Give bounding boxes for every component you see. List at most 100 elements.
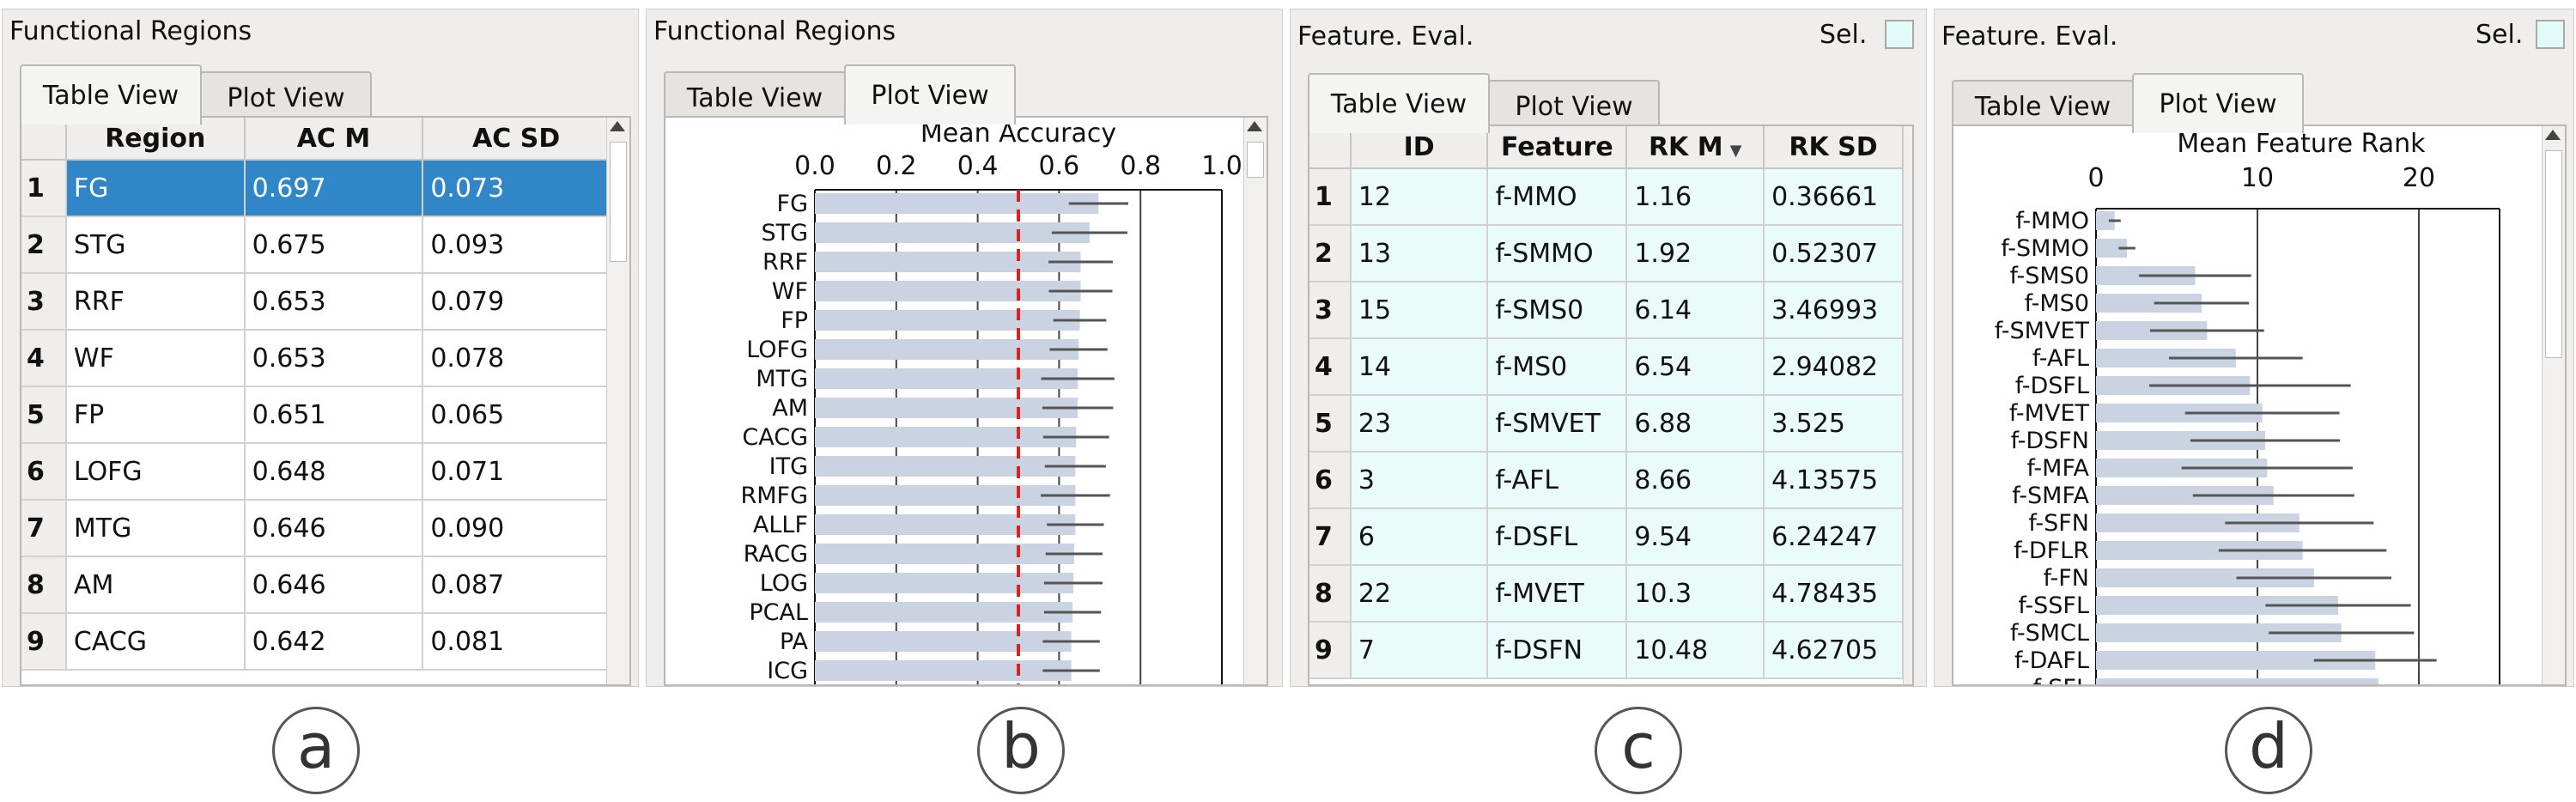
feature-cell[interactable]: f-DSFL (1487, 508, 1628, 566)
scroll-up-icon[interactable] (1247, 121, 1262, 131)
ac-mean-cell[interactable]: 0.697 (244, 160, 424, 217)
ac-mean-cell[interactable]: 0.653 (244, 330, 424, 387)
rk-mean-cell[interactable]: 10.3 (1626, 565, 1765, 623)
tab-plot-view[interactable]: Plot View (844, 64, 1016, 125)
id-cell[interactable]: 3 (1350, 452, 1489, 509)
table-row[interactable]: 6 3 f-AFL 8.66 4.13575 (1309, 452, 1904, 509)
table-row[interactable]: 1 FG 0.697 0.073 (21, 160, 611, 217)
ac-mean-cell[interactable]: 0.651 (244, 386, 424, 444)
rk-mean-cell[interactable]: 1.92 (1626, 225, 1765, 283)
table-row[interactable]: 1 12 f-MMO 1.16 0.36661 (1309, 168, 1904, 226)
region-cell[interactable]: MTG (65, 500, 246, 557)
rk-mean-cell[interactable]: 6.54 (1626, 338, 1765, 396)
rk-mean-cell[interactable]: 8.66 (1626, 452, 1765, 509)
rk-mean-cell[interactable]: 6.88 (1626, 395, 1765, 453)
tab-table-view[interactable]: Table View (1952, 80, 2134, 131)
region-cell[interactable]: FP (65, 386, 246, 444)
rk-sd-cell[interactable]: 0.36661 (1764, 168, 1904, 226)
scroll-up-icon[interactable] (2545, 130, 2561, 140)
tab-plot-view[interactable]: Plot View (200, 71, 372, 123)
sel-checkbox[interactable] (2536, 20, 2565, 49)
scrollbar-thumb[interactable] (2545, 150, 2562, 358)
ac-mean-cell[interactable]: 0.653 (244, 273, 424, 331)
tab-plot-view[interactable]: Plot View (2132, 73, 2304, 133)
rk-sd-cell[interactable]: 3.46993 (1764, 282, 1904, 339)
id-cell[interactable]: 15 (1350, 282, 1489, 339)
ac-sd-cell[interactable]: 0.071 (422, 443, 611, 501)
id-cell[interactable]: 12 (1350, 168, 1489, 226)
rk-mean-cell[interactable]: 6.14 (1626, 282, 1765, 339)
table-row[interactable]: 5 FP 0.651 0.065 (21, 386, 611, 444)
table-row[interactable]: 6 LOFG 0.648 0.071 (21, 443, 611, 501)
table-scrollbar[interactable] (1903, 126, 1912, 684)
table-row[interactable]: 8 AM 0.646 0.087 (21, 556, 611, 614)
sort-descending-icon[interactable]: ▼ (1730, 142, 1742, 160)
feature-cell[interactable]: f-DSFN (1487, 622, 1628, 679)
column-header-ac-mean[interactable]: AC M (244, 118, 424, 161)
region-cell[interactable]: CACG (65, 613, 246, 671)
region-cell[interactable]: WF (65, 330, 246, 387)
ac-mean-cell[interactable]: 0.646 (244, 556, 424, 614)
sel-checkbox[interactable] (1885, 20, 1914, 49)
id-cell[interactable]: 7 (1350, 622, 1489, 679)
region-cell[interactable]: STG (65, 216, 246, 274)
ac-sd-cell[interactable]: 0.093 (422, 216, 611, 274)
ac-sd-cell[interactable]: 0.081 (422, 613, 611, 671)
rk-sd-cell[interactable]: 3.525 (1764, 395, 1904, 453)
plot-scrollbar[interactable] (2542, 126, 2565, 684)
rk-sd-cell[interactable]: 4.13575 (1764, 452, 1904, 509)
ac-sd-cell[interactable]: 0.090 (422, 500, 611, 557)
rk-sd-cell[interactable]: 0.52307 (1764, 225, 1904, 283)
ac-sd-cell[interactable]: 0.073 (422, 160, 611, 217)
ac-mean-cell[interactable]: 0.675 (244, 216, 424, 274)
table-row[interactable]: 9 CACG 0.642 0.081 (21, 613, 611, 671)
table-scrollbar[interactable] (606, 118, 629, 684)
feature-cell[interactable]: f-AFL (1487, 452, 1628, 509)
column-header-feature[interactable]: Feature (1487, 126, 1628, 169)
table-row[interactable]: 8 22 f-MVET 10.3 4.78435 (1309, 565, 1904, 623)
tab-table-view[interactable]: Table View (1308, 73, 1490, 133)
plot-scrollbar[interactable] (1243, 118, 1267, 684)
region-cell[interactable]: FG (65, 160, 246, 217)
feature-cell[interactable]: f-SMS0 (1487, 282, 1628, 339)
table-row[interactable]: 4 WF 0.653 0.078 (21, 330, 611, 387)
id-cell[interactable]: 14 (1350, 338, 1489, 396)
table-row[interactable]: 9 7 f-DSFN 10.48 4.62705 (1309, 622, 1904, 679)
table-row[interactable]: 4 14 f-MS0 6.54 2.94082 (1309, 338, 1904, 396)
feature-cell[interactable]: f-SMMO (1487, 225, 1628, 283)
scrollbar-thumb[interactable] (1247, 142, 1264, 178)
rk-mean-cell[interactable]: 10.48 (1626, 622, 1765, 679)
table-row[interactable]: 3 15 f-SMS0 6.14 3.46993 (1309, 282, 1904, 339)
tab-table-view[interactable]: Table View (664, 71, 846, 123)
ac-sd-cell[interactable]: 0.078 (422, 330, 611, 387)
region-cell[interactable]: LOFG (65, 443, 246, 501)
ac-mean-cell[interactable]: 0.648 (244, 443, 424, 501)
region-cell[interactable]: RRF (65, 273, 246, 331)
ac-mean-cell[interactable]: 0.642 (244, 613, 424, 671)
id-cell[interactable]: 23 (1350, 395, 1489, 453)
column-header-ac-sd[interactable]: AC SD (422, 118, 611, 161)
rk-sd-cell[interactable]: 4.62705 (1764, 622, 1904, 679)
column-header-rk-mean[interactable]: RK M ▼ (1626, 126, 1765, 169)
feature-cell[interactable]: f-MMO (1487, 168, 1628, 226)
feature-cell[interactable]: f-SMVET (1487, 395, 1628, 453)
table-row[interactable]: 7 MTG 0.646 0.090 (21, 500, 611, 557)
tab-table-view[interactable]: Table View (20, 64, 202, 125)
table-row[interactable]: 5 23 f-SMVET 6.88 3.525 (1309, 395, 1904, 453)
table-row[interactable]: 3 RRF 0.653 0.079 (21, 273, 611, 331)
column-header-rk-sd[interactable]: RK SD (1764, 126, 1904, 169)
rk-sd-cell[interactable]: 6.24247 (1764, 508, 1904, 566)
table-row[interactable]: 2 13 f-SMMO 1.92 0.52307 (1309, 225, 1904, 283)
rk-mean-cell[interactable]: 1.16 (1626, 168, 1765, 226)
id-cell[interactable]: 13 (1350, 225, 1489, 283)
id-cell[interactable]: 22 (1350, 565, 1489, 623)
feature-cell[interactable]: f-MVET (1487, 565, 1628, 623)
id-cell[interactable]: 6 (1350, 508, 1489, 566)
table-row[interactable]: 2 STG 0.675 0.093 (21, 216, 611, 274)
scroll-up-icon[interactable] (610, 121, 625, 131)
region-cell[interactable]: AM (65, 556, 246, 614)
rk-sd-cell[interactable]: 4.78435 (1764, 565, 1904, 623)
ac-sd-cell[interactable]: 0.065 (422, 386, 611, 444)
ac-sd-cell[interactable]: 0.079 (422, 273, 611, 331)
rk-sd-cell[interactable]: 2.94082 (1764, 338, 1904, 396)
